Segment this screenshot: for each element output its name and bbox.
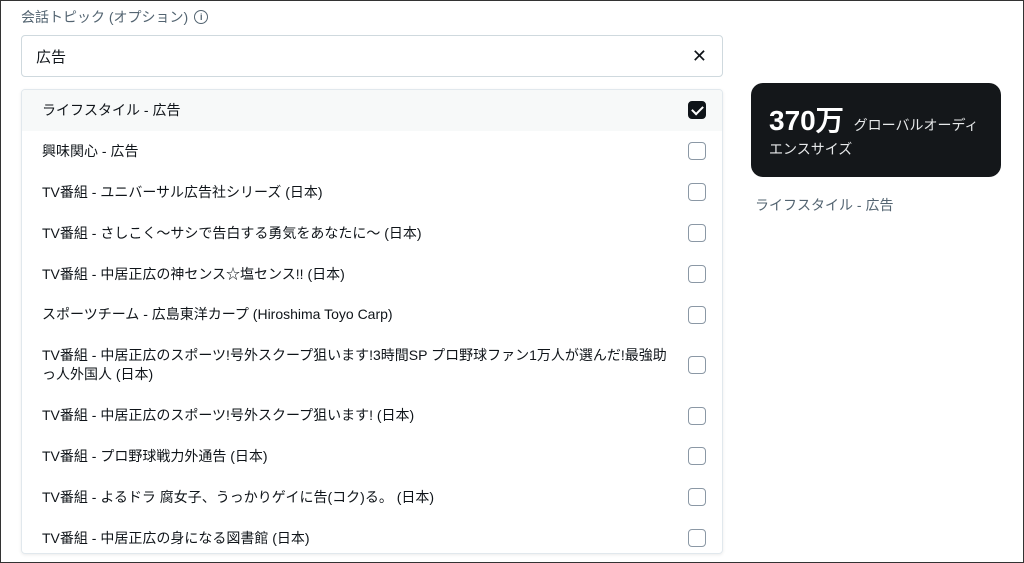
topic-option-checkbox[interactable] [688,407,706,425]
topic-option-checkbox[interactable] [688,224,706,242]
topic-option-checkbox[interactable] [688,488,706,506]
topic-option[interactable]: TV番組 - プロ野球戦力外通告 (日本) [22,436,722,477]
topic-option[interactable]: TV番組 - 中居正広の身になる図書館 (日本) [22,518,722,554]
topic-option-label: TV番組 - 中居正広の神センス☆塩センス!! (日本) [42,265,676,284]
topic-option-label: TV番組 - ユニバーサル広告社シリーズ (日本) [42,183,676,202]
topic-option[interactable]: ライフスタイル - 広告 [22,90,722,131]
topic-option-checkbox[interactable] [688,447,706,465]
search-wrap: ✕ [21,35,723,77]
topic-option-label: TV番組 - 中居正広のスポーツ!号外スクープ狙います!3時間SP プロ野球ファ… [42,346,676,384]
topic-option[interactable]: TV番組 - 中居正広の神センス☆塩センス!! (日本) [22,254,722,295]
info-icon[interactable]: i [194,10,208,24]
topic-option-label: TV番組 - 中居正広の身になる図書館 (日本) [42,529,676,548]
topic-option-checkbox[interactable] [688,183,706,201]
topic-option-checkbox[interactable] [688,101,706,119]
field-label: 会話トピック (オプション) [21,7,188,27]
topic-option[interactable]: TV番組 - 中居正広のスポーツ!号外スクープ狙います!3時間SP プロ野球ファ… [22,335,722,395]
topic-option-label: TV番組 - プロ野球戦力外通告 (日本) [42,447,676,466]
topic-option-label: ライフスタイル - 広告 [42,101,676,120]
topic-option-label: 興味関心 - 広告 [42,142,676,161]
topic-option[interactable]: TV番組 - よるドラ 腐女子、うっかりゲイに告(コク)る。 (日本) [22,477,722,518]
topic-option[interactable]: TV番組 - さしこく～サシで告白する勇気をあなたに～ (日本) [22,213,722,254]
topic-option-label: スポーツチーム - 広島東洋カープ (Hiroshima Toyo Carp) [42,305,676,324]
close-icon: ✕ [692,46,707,66]
topic-option-checkbox[interactable] [688,529,706,547]
topic-search-input[interactable] [21,35,723,77]
topic-option[interactable]: 興味関心 - 広告 [22,131,722,172]
audience-number: 370万 [769,105,844,136]
topic-option-checkbox[interactable] [688,306,706,324]
topic-option-label: TV番組 - 中居正広のスポーツ!号外スクープ狙います! (日本) [42,406,676,425]
topic-dropdown[interactable]: ライフスタイル - 広告興味関心 - 広告 TV番組 - ユニバーサル広告社シリー… [21,89,723,554]
topic-option[interactable]: TV番組 - 中居正広のスポーツ!号外スクープ狙います! (日本) [22,395,722,436]
topic-option-checkbox[interactable] [688,265,706,283]
topic-option[interactable]: スポーツチーム - 広島東洋カープ (Hiroshima Toyo Carp) [22,294,722,335]
clear-search-button[interactable]: ✕ [688,43,711,69]
field-label-row: 会話トピック (オプション) i [21,7,723,27]
topic-option-label: TV番組 - よるドラ 腐女子、うっかりゲイに告(コク)る。 (日本) [42,488,676,507]
audience-size-card: 370万 グローバルオーディエンスサイズ [751,83,1001,177]
topic-option-checkbox[interactable] [688,356,706,374]
topic-option-checkbox[interactable] [688,142,706,160]
topic-option[interactable]: TV番組 - ユニバーサル広告社シリーズ (日本) [22,172,722,213]
selected-topic-label: ライフスタイル - 広告 [751,195,1001,215]
topic-option-label: TV番組 - さしこく～サシで告白する勇気をあなたに～ (日本) [42,224,676,243]
